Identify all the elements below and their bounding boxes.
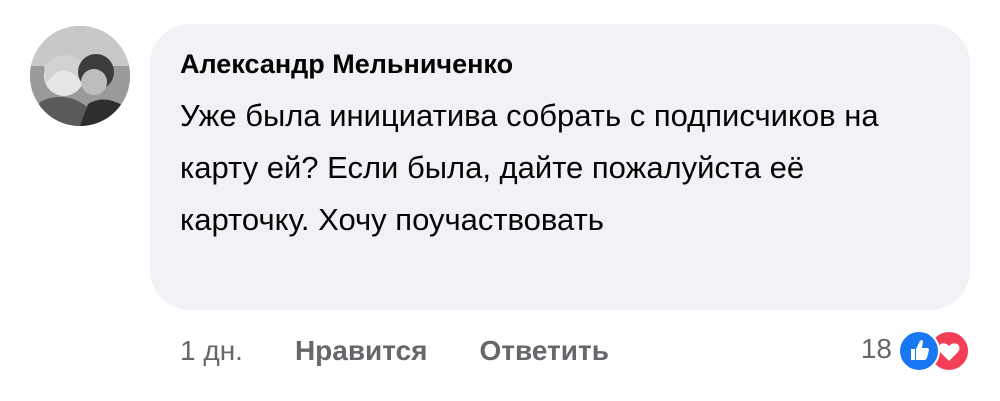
reaction-icons xyxy=(898,329,970,372)
reaction-summary[interactable]: 18 xyxy=(860,327,970,372)
comment-timestamp[interactable]: 1 дн. xyxy=(180,335,243,367)
like-icon xyxy=(898,330,940,372)
comment-author[interactable]: Александр Мельниченко xyxy=(180,46,940,82)
comment-page: { "comment": { "author": "Александр Мель… xyxy=(0,0,1000,401)
comment-text: Уже была инициатива собрать с подписчико… xyxy=(180,98,879,237)
reply-button[interactable]: Ответить xyxy=(480,335,609,367)
like-button[interactable]: Нравится xyxy=(295,335,428,367)
avatar[interactable] xyxy=(30,26,130,126)
comment-bubble: Александр Мельниченко Уже была инициатив… xyxy=(150,24,970,310)
comment-actions: 1 дн. Нравится Ответить xyxy=(180,331,609,371)
reaction-count: 18 xyxy=(860,333,892,364)
avatar-photo xyxy=(30,26,130,126)
